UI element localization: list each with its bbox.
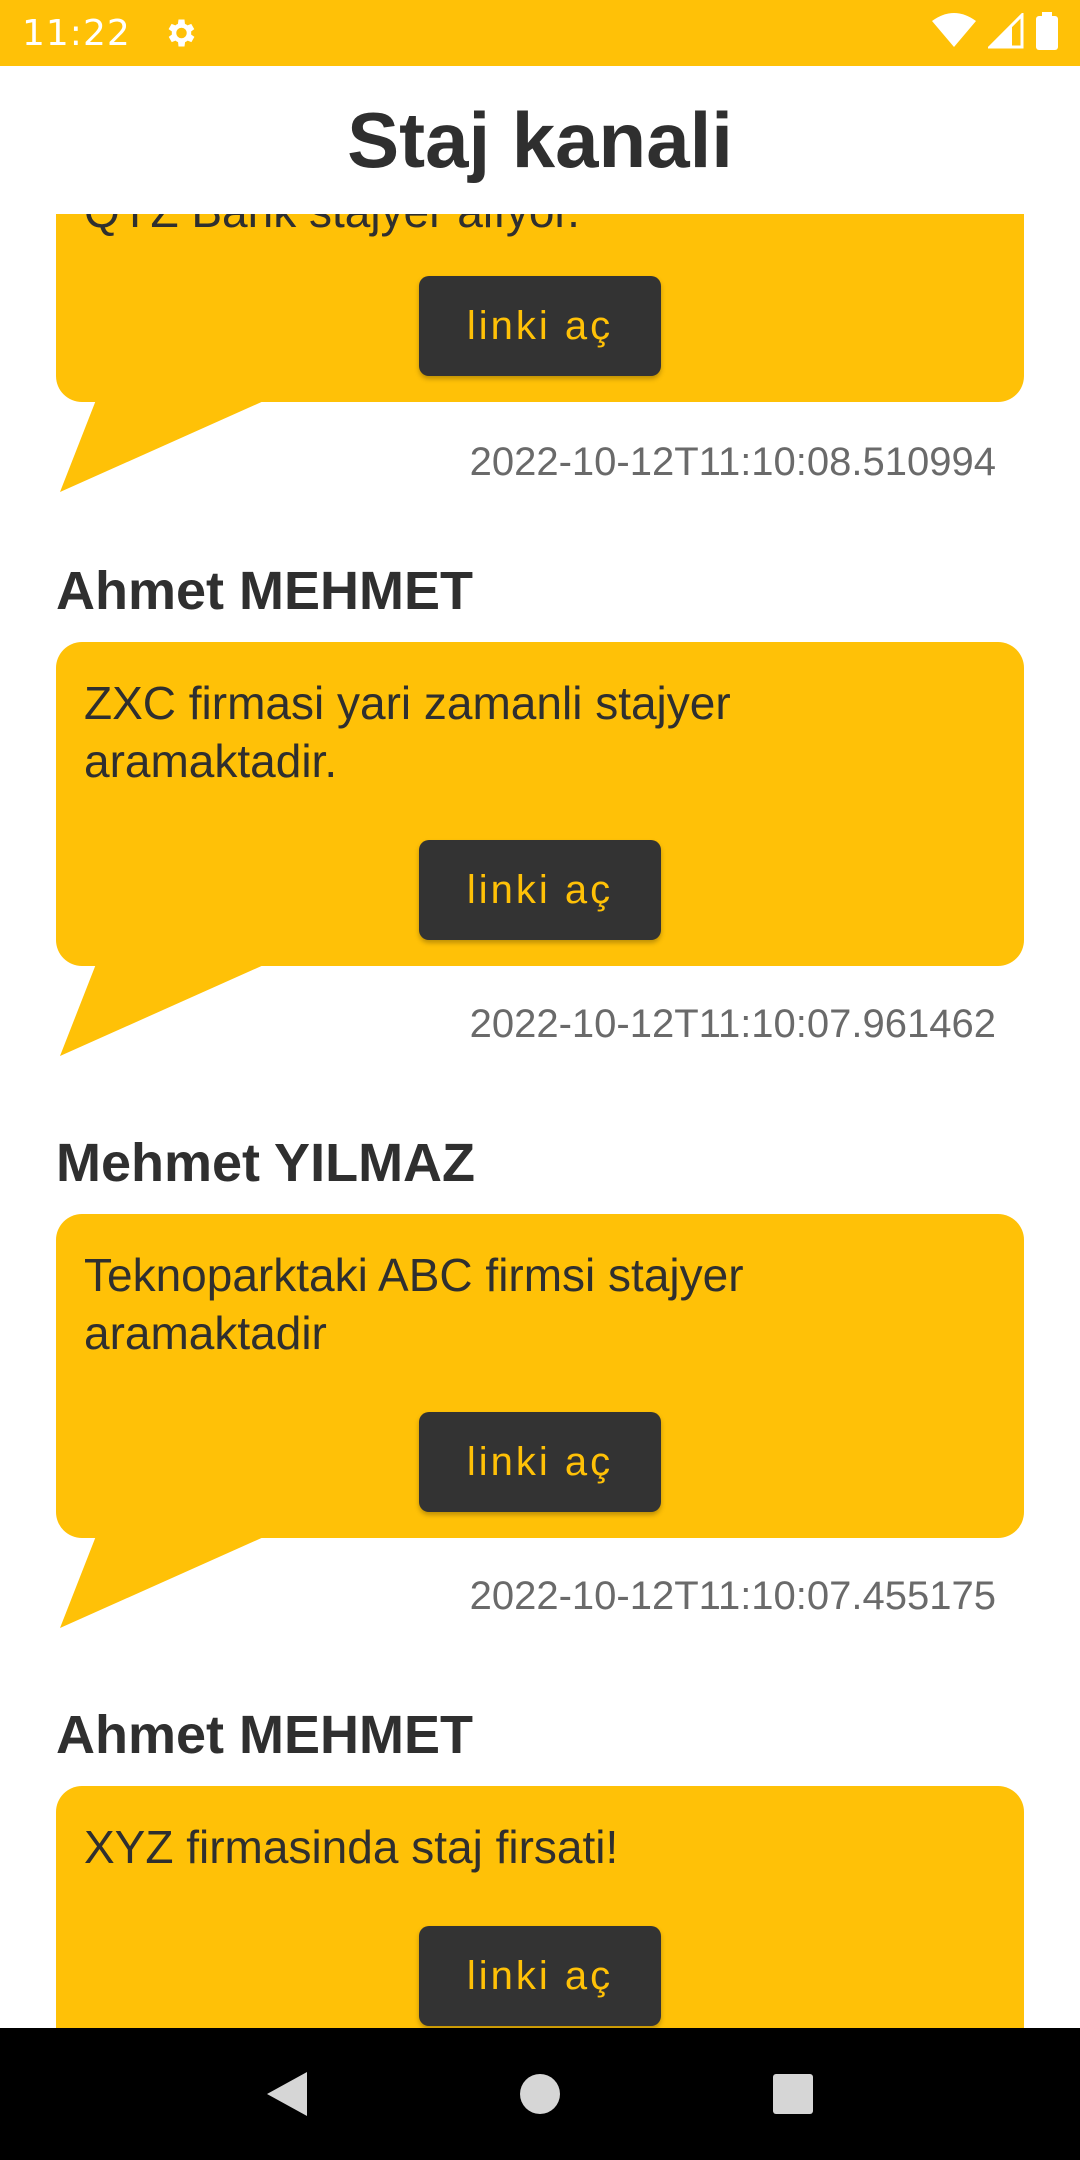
bubble-tail — [60, 1536, 266, 1628]
sender-name: Ahmet MEHMET — [56, 561, 473, 621]
open-link-button[interactable]: linki aç — [419, 840, 661, 940]
message-text: XYZ firmasinda staj firsati! — [84, 1821, 619, 1873]
message-timestamp: 2022-10-12T11:10:07.961462 — [469, 1002, 996, 1046]
status-icons — [932, 10, 1058, 55]
recents-square-icon[interactable] — [753, 2054, 833, 2134]
wifi-icon — [932, 12, 976, 54]
message-bubble: QYZ Bank stajyer alıyor. linki aç — [56, 214, 1024, 402]
sender-name: Ahmet MEHMET — [56, 1705, 473, 1765]
bubble-tail — [60, 400, 266, 492]
message-item: Mehmet YILMAZ Teknoparktaki ABC firmsi s… — [0, 1132, 1080, 1672]
bubble-tail — [60, 964, 266, 1056]
back-triangle-icon[interactable] — [247, 2054, 327, 2134]
sender-name: Mehmet YILMAZ — [56, 1133, 476, 1193]
status-bar: 11:22 — [0, 0, 1080, 66]
open-link-button[interactable]: linki aç — [419, 1926, 661, 2026]
message-bubble: Teknoparktaki ABC firmsi stajyer aramakt… — [56, 1214, 1024, 1538]
home-circle-icon[interactable] — [500, 2054, 580, 2134]
status-time: 11:22 — [22, 12, 131, 54]
message-text: Teknoparktaki ABC firmsi stajyer aramakt… — [84, 1249, 744, 1359]
message-bubble: XYZ firmasinda staj firsati! linki aç — [56, 1786, 1024, 2028]
battery-icon — [1036, 11, 1058, 55]
system-nav-bar — [0, 2028, 1080, 2160]
app-bar: Staj kanali — [0, 66, 1080, 214]
message-timestamp: 2022-10-12T11:10:08.510994 — [469, 440, 996, 484]
message-list[interactable]: QYZ Bank stajyer alıyor. linki aç 2022-1… — [0, 214, 1080, 2028]
message-item: Ahmet MEHMET ZXC firmasi yari zamanli st… — [0, 560, 1080, 1100]
settings-gear-icon — [161, 14, 199, 52]
message-bubble: ZXC firmasi yari zamanli stajyer aramakt… — [56, 642, 1024, 966]
open-link-button[interactable]: linki aç — [419, 276, 661, 376]
open-link-button[interactable]: linki aç — [419, 1412, 661, 1512]
page-title: Staj kanali — [347, 95, 733, 184]
message-item: Ahmet MEHMET XYZ firmasinda staj firsati… — [0, 1704, 1080, 2028]
signal-icon — [986, 10, 1024, 54]
message-text: ZXC firmasi yari zamanli stajyer aramakt… — [84, 677, 731, 787]
message-timestamp: 2022-10-12T11:10:07.455175 — [469, 1574, 996, 1618]
message-text: QYZ Bank stajyer alıyor. — [84, 214, 984, 240]
